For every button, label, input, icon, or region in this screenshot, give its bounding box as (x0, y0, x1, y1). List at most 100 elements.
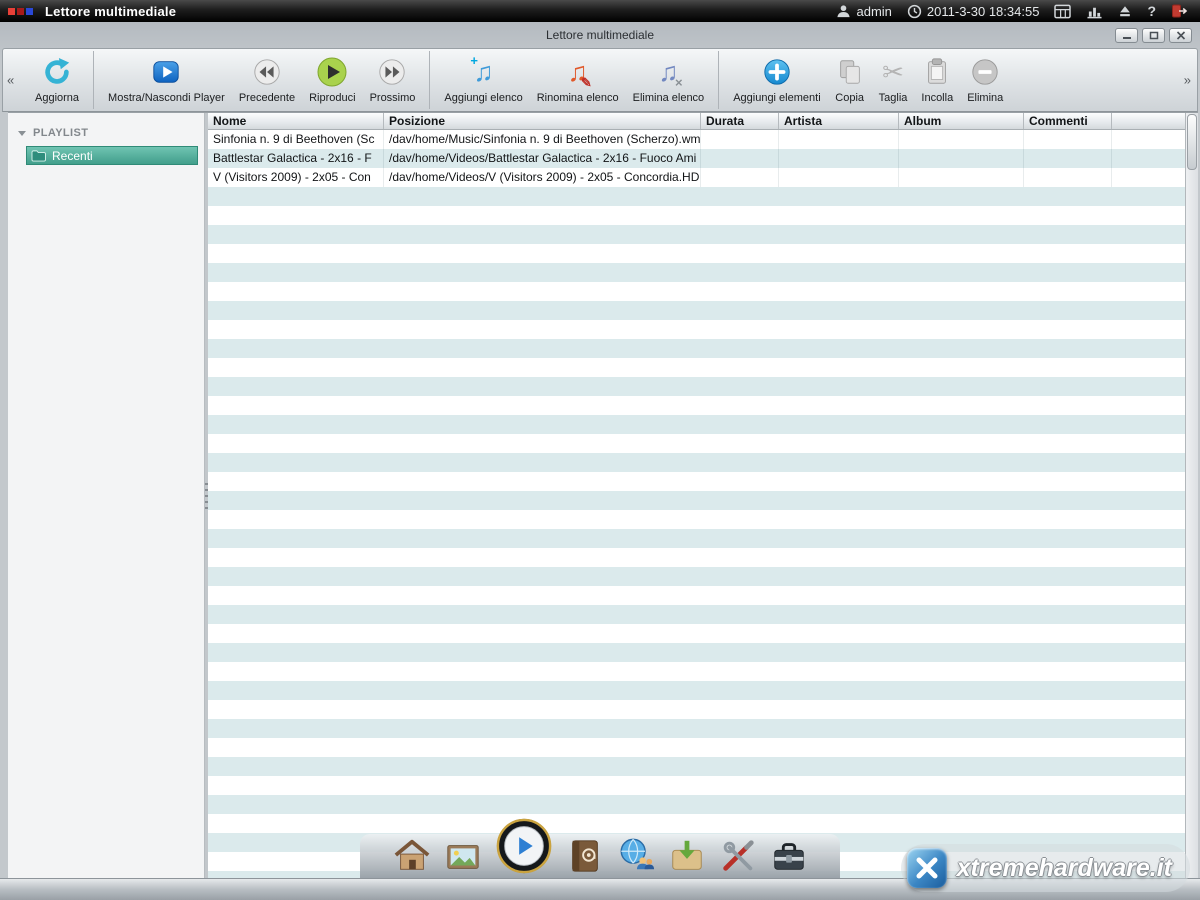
scissors-glyph: ✂ (882, 57, 904, 88)
button-label: Mostra/Nascondi Player (108, 92, 225, 104)
cell-artista (779, 168, 899, 187)
folder-icon (31, 149, 46, 162)
toolbar-group-playback: Mostra/Nascondi Player Precedente Riprod… (93, 51, 429, 109)
user-menu[interactable]: admin (836, 4, 891, 19)
column-header-album[interactable]: Album (899, 113, 1024, 129)
sidebar-item-label: Recenti (52, 149, 93, 163)
window-titlebar[interactable]: Lettore multimediale (0, 22, 1200, 48)
watermark: xtremehardware.it (901, 844, 1190, 892)
column-header-nome[interactable]: Nome (208, 113, 384, 129)
previous-icon (252, 55, 282, 89)
cut-icon: ✂ (882, 55, 904, 89)
dock (360, 834, 840, 878)
watermark-x-logo (907, 848, 947, 888)
cell-filler (1112, 168, 1185, 187)
button-label: Elimina (967, 92, 1003, 104)
cell-commenti (1024, 149, 1112, 168)
home-icon[interactable] (393, 837, 431, 875)
delete-playlist-button[interactable]: ♫ × Elimina elenco (626, 51, 712, 109)
cell-durata (701, 130, 779, 149)
photos-icon[interactable] (444, 837, 482, 875)
media-player-icon[interactable] (495, 817, 553, 875)
download-icon[interactable] (668, 837, 706, 875)
clock-icon (907, 4, 922, 19)
user-icon (836, 4, 851, 19)
button-label: Taglia (879, 92, 908, 104)
delete-playlist-icon: ♫ × (658, 55, 678, 89)
toolbar-scroll-left-icon[interactable]: « (7, 73, 14, 88)
logout-icon[interactable] (1171, 3, 1188, 19)
column-header-durata[interactable]: Durata (701, 113, 779, 129)
button-label: Aggiungi elementi (733, 92, 820, 104)
show-hide-player-icon (151, 55, 181, 89)
cell-album (899, 168, 1024, 187)
plus-badge: + (470, 55, 478, 67)
scrollbar-thumb[interactable] (1187, 114, 1197, 170)
sidebar-splitter[interactable] (205, 113, 208, 878)
refresh-icon (42, 55, 72, 89)
cell-filler (1112, 130, 1185, 149)
datetime-text: 2011-3-30 18:34:55 (927, 4, 1040, 19)
cut-button[interactable]: ✂ Taglia (872, 51, 915, 109)
media-table: Nome Posizione Durata Artista Album Comm… (208, 113, 1185, 878)
cell-nome: V (Visitors 2009) - 2x05 - Con (208, 168, 384, 187)
previous-button[interactable]: Precedente (232, 51, 302, 109)
table-row[interactable]: V (Visitors 2009) - 2x05 - Con /dav/home… (208, 168, 1185, 187)
table-row[interactable]: Battlestar Galactica - 2x16 - F /dav/hom… (208, 149, 1185, 168)
playlist-section-header[interactable]: PLAYLIST (8, 123, 204, 143)
playlist-sidebar: PLAYLIST Recenti (8, 113, 205, 878)
table-header: Nome Posizione Durata Artista Album Comm… (208, 113, 1185, 130)
rename-playlist-button[interactable]: ♫ ✎ Rinomina elenco (530, 51, 626, 109)
sidebar-item-recenti[interactable]: Recenti (26, 146, 198, 165)
logo-square-darkred (17, 8, 24, 15)
show-hide-player-button[interactable]: Mostra/Nascondi Player (101, 51, 232, 109)
add-items-button[interactable]: Aggiungi elementi (726, 51, 827, 109)
play-button[interactable]: Riproduci (302, 51, 362, 109)
toolbar-group-refresh: Aggiorna (21, 51, 93, 109)
table-row[interactable]: Sinfonia n. 9 di Beethoven (Sc /dav/home… (208, 130, 1185, 149)
network-icon[interactable] (617, 837, 655, 875)
cell-durata (701, 168, 779, 187)
vertical-scrollbar[interactable] (1185, 113, 1198, 878)
paste-button[interactable]: Incolla (914, 51, 960, 109)
delete-button[interactable]: Elimina (960, 51, 1010, 109)
copy-button[interactable]: Copia (828, 51, 872, 109)
close-button[interactable] (1169, 28, 1192, 43)
toolbar-group-playlists: ♫ + Aggiungi elenco ♫ ✎ Rinomina elenco … (429, 51, 718, 109)
column-header-commenti[interactable]: Commenti (1024, 113, 1112, 129)
maximize-button[interactable] (1142, 28, 1165, 43)
toolbar: « Aggiorna Mostra/Nascondi Player (2, 48, 1198, 112)
media-player-window: Lettore multimediale « (0, 22, 1200, 878)
cell-album (899, 149, 1024, 168)
toolbar-group-items: Aggiungi elementi Copia ✂ Taglia Inc (718, 51, 1017, 109)
toolbox-icon[interactable] (770, 837, 808, 875)
minimize-button[interactable] (1115, 28, 1138, 43)
eject-icon[interactable] (1118, 4, 1132, 18)
rename-playlist-icon: ♫ ✎ (568, 55, 588, 89)
column-header-posizione[interactable]: Posizione (384, 113, 701, 129)
button-label: Rinomina elenco (537, 92, 619, 104)
button-label: Copia (835, 92, 864, 104)
add-playlist-button[interactable]: ♫ + Aggiungi elenco (437, 51, 529, 109)
system-title: Lettore multimediale (45, 4, 176, 19)
contacts-icon[interactable] (566, 837, 604, 875)
paste-icon (922, 55, 952, 89)
cell-posizione: /dav/home/Videos/Battlestar Galactica - … (384, 149, 701, 168)
clock-display: 2011-3-30 18:34:55 (907, 4, 1040, 19)
window-content: PLAYLIST Recenti Nome Posizione Durata A… (8, 112, 1198, 878)
column-header-artista[interactable]: Artista (779, 113, 899, 129)
tools-icon[interactable] (719, 837, 757, 875)
copy-icon (835, 55, 865, 89)
next-button[interactable]: Prossimo (363, 51, 423, 109)
cell-commenti (1024, 130, 1112, 149)
toolbar-scroll-right-icon[interactable]: » (1184, 73, 1191, 88)
cell-nome: Battlestar Galactica - 2x16 - F (208, 149, 384, 168)
refresh-button[interactable]: Aggiorna (28, 51, 86, 109)
help-icon[interactable]: ? (1147, 3, 1156, 19)
cell-artista (779, 130, 899, 149)
button-label: Aggiorna (35, 92, 79, 104)
playlist-section-label: PLAYLIST (33, 127, 88, 139)
resource-monitor-icon[interactable] (1086, 4, 1103, 19)
pilot-view-icon[interactable] (1054, 4, 1071, 19)
button-label: Precedente (239, 92, 295, 104)
